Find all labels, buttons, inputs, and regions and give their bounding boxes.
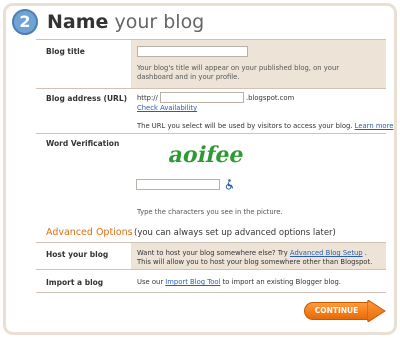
blog-title-input[interactable]	[137, 46, 248, 57]
host-blog-text-before: Want to host your blog somewhere else? T…	[137, 249, 288, 257]
blog-address-help: The URL you select will be used by visit…	[137, 122, 393, 131]
blog-title-label: Blog title	[46, 47, 85, 56]
url-prefix: http://	[137, 94, 158, 102]
continue-button-label: CONTINUE	[304, 302, 368, 320]
host-blog-label: Host your blog	[46, 250, 109, 259]
divider	[36, 292, 386, 293]
import-blog-text: Use our Import Blog Tool to import an ex…	[137, 278, 341, 287]
check-availability-link[interactable]: Check Availability	[137, 104, 197, 113]
page-title-rest: your blog	[108, 11, 205, 33]
wheelchair-icon[interactable]	[225, 179, 234, 190]
blog-address-label: Blog address (URL)	[46, 94, 128, 103]
captcha-text: aoifee	[168, 142, 246, 168]
host-blog-text: Want to host your blog somewhere else? T…	[137, 249, 381, 267]
import-blog-text-after: to import an existing Blogger blog.	[222, 278, 341, 286]
import-blog-tool-link[interactable]: Import Blog Tool	[165, 278, 220, 286]
advanced-options-title: Advanced Options	[46, 227, 133, 238]
arrow-right-icon	[367, 300, 386, 322]
captcha-input[interactable]	[136, 179, 220, 190]
learn-more-link[interactable]: Learn more	[355, 122, 394, 130]
continue-button[interactable]: CONTINUE	[304, 300, 386, 322]
import-blog-label: Import a blog	[46, 278, 104, 287]
word-verification-label: Word Verification	[46, 139, 120, 148]
captcha-help: Type the characters you see in the pictu…	[137, 208, 283, 216]
captcha-image: aoifee	[168, 142, 246, 168]
page-title: Name your blog	[47, 9, 204, 35]
step-number-badge: 2	[12, 9, 38, 35]
page-title-bold: Name	[47, 11, 109, 33]
advanced-options-subtitle: (you can always set up advanced options …	[134, 228, 336, 238]
url-suffix: .blogspot.com	[246, 94, 295, 102]
divider	[36, 133, 386, 134]
blog-address-help-text: The URL you select will be used by visit…	[137, 122, 353, 130]
blog-title-help: Your blog's title will appear on your pu…	[137, 64, 340, 81]
advanced-blog-setup-link[interactable]: Advanced Blog Setup	[290, 249, 363, 257]
import-blog-text-before: Use our	[137, 278, 164, 286]
blog-address-input[interactable]	[160, 92, 244, 103]
divider	[36, 88, 386, 89]
divider	[36, 269, 386, 270]
